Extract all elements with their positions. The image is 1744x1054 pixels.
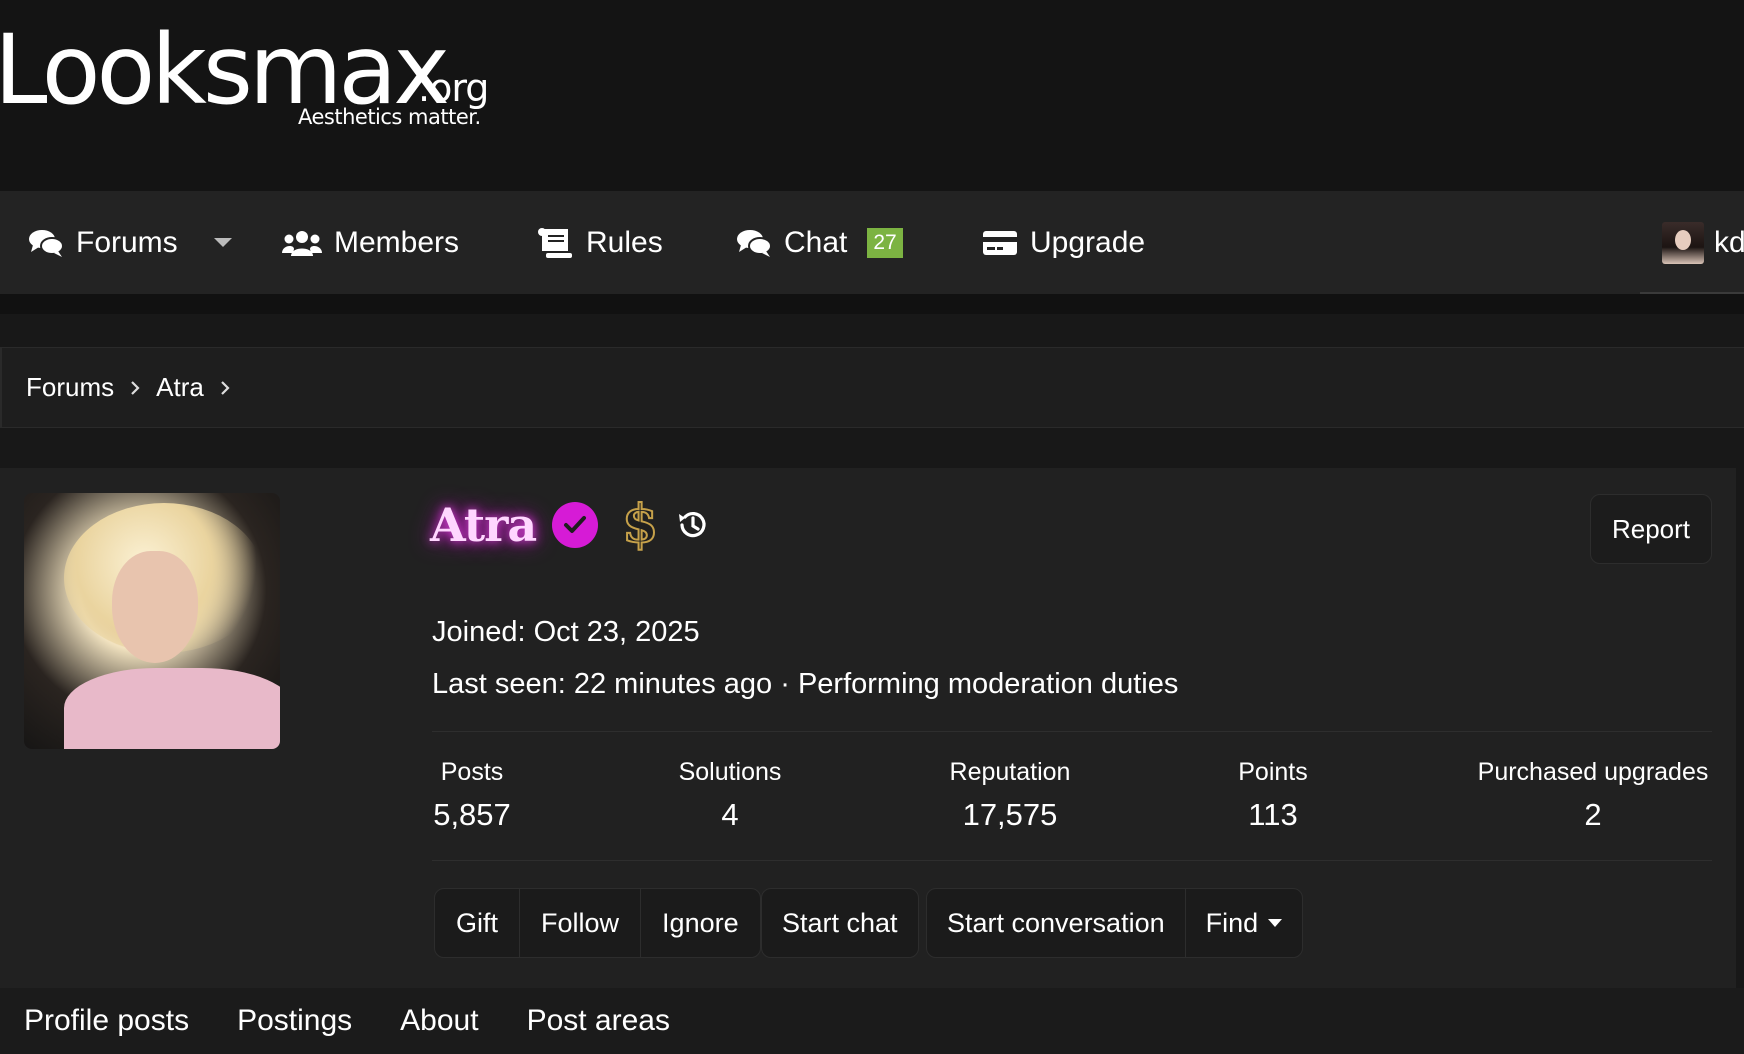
start-chat-button[interactable]: Start chat — [762, 889, 918, 957]
chat-count-badge: 27 — [867, 227, 903, 258]
joined-date: Joined: Oct 23, 2025 — [432, 616, 700, 648]
profile-name-row: Atra $ — [430, 490, 710, 560]
scroll-icon — [538, 227, 572, 258]
profile-username: Atra — [430, 498, 537, 552]
conversation-actions-group: Start conversation Find — [926, 888, 1304, 958]
comments-icon — [29, 229, 64, 257]
nav-chat-label: Chat — [784, 225, 848, 259]
report-button[interactable]: Report — [1590, 494, 1712, 564]
stat-points[interactable]: Points 113 — [1228, 758, 1318, 833]
avatar — [1662, 221, 1704, 264]
nav-divider — [0, 294, 1744, 314]
chevron-right-icon — [130, 375, 142, 401]
nav-members[interactable]: Members — [282, 191, 459, 294]
breadcrumb: Forums Atra — [0, 347, 1744, 428]
stat-label: Solutions — [678, 758, 782, 786]
stat-label: Reputation — [949, 758, 1071, 786]
chat-icon — [737, 229, 772, 257]
breadcrumb-forums[interactable]: Forums — [26, 372, 114, 403]
start-conversation-button[interactable]: Start conversation — [927, 889, 1186, 957]
nav-rules-label: Rules — [586, 225, 663, 259]
tab-post-areas[interactable]: Post areas — [527, 1004, 670, 1038]
stat-value: 2 — [1584, 797, 1602, 832]
stat-label: Posts — [440, 758, 504, 786]
nav-upgrade[interactable]: Upgrade — [982, 191, 1145, 294]
chat-actions-group: Start chat — [761, 888, 919, 958]
stat-value: 5,857 — [433, 797, 511, 832]
users-icon — [282, 230, 322, 256]
tab-about[interactable]: About — [400, 1004, 478, 1038]
history-icon[interactable] — [676, 508, 710, 542]
nav-upgrade-label: Upgrade — [1030, 225, 1146, 259]
site-header: Looksmax .org Aesthetics matter. — [0, 0, 1744, 191]
caret-down-icon — [1268, 919, 1283, 927]
chevron-right-icon — [220, 375, 232, 401]
stat-solutions[interactable]: Solutions 4 — [670, 758, 790, 833]
profile-card: Atra $ Report Joined: Oct 23, 2025 Last … — [0, 468, 1736, 988]
nav-forums-label: Forums — [76, 225, 178, 259]
nav-user-menu[interactable]: kd — [1662, 191, 1744, 294]
tab-postings[interactable]: Postings — [237, 1004, 352, 1038]
credit-card-icon — [983, 230, 1017, 255]
nav-forums[interactable]: Forums — [28, 191, 232, 294]
divider — [432, 731, 1712, 732]
nav-rules[interactable]: Rules — [536, 191, 663, 294]
ignore-button[interactable]: Ignore — [641, 889, 760, 957]
stat-value: 17,575 — [962, 797, 1058, 832]
main-navbar: Forums Members Rules Chat 27 Upgrade kd — [0, 191, 1744, 294]
find-dropdown[interactable]: Find — [1186, 889, 1303, 957]
last-seen-status: Last seen: 22 minutes ago · Performing m… — [432, 668, 1179, 700]
site-logo[interactable]: Looksmax .org Aesthetics matter. — [0, 20, 500, 135]
nav-chat[interactable]: Chat 27 — [736, 191, 903, 294]
gift-button[interactable]: Gift — [435, 889, 521, 957]
profile-tabs: Profile posts Postings About Post areas — [0, 988, 1744, 1054]
logo-suffix: .org — [418, 66, 489, 110]
nav-members-label: Members — [334, 225, 460, 259]
tab-profile-posts[interactable]: Profile posts — [24, 1004, 189, 1038]
stat-value: 4 — [721, 797, 739, 832]
stat-posts[interactable]: Posts 5,857 — [432, 758, 512, 833]
logo-tagline: Aesthetics matter. — [298, 105, 481, 129]
stat-label: Purchased upgrades — [1477, 758, 1709, 786]
stat-purchased-upgrades[interactable]: Purchased upgrades 2 — [1474, 758, 1712, 833]
breadcrumb-atra[interactable]: Atra — [156, 372, 204, 403]
dollar-icon: $ — [621, 494, 659, 555]
verified-check-icon — [552, 502, 599, 548]
nav-username: kd — [1714, 225, 1744, 259]
member-actions-group: Gift Follow Ignore — [434, 888, 761, 958]
stat-label: Points — [1238, 758, 1308, 786]
follow-button[interactable]: Follow — [520, 889, 642, 957]
stat-value: 113 — [1248, 797, 1298, 832]
divider — [432, 860, 1712, 861]
profile-avatar[interactable] — [24, 493, 280, 749]
chevron-down-icon[interactable] — [213, 238, 232, 247]
stat-reputation[interactable]: Reputation 17,575 — [940, 758, 1080, 833]
user-menu-underline — [1640, 292, 1744, 294]
find-label: Find — [1205, 907, 1259, 938]
